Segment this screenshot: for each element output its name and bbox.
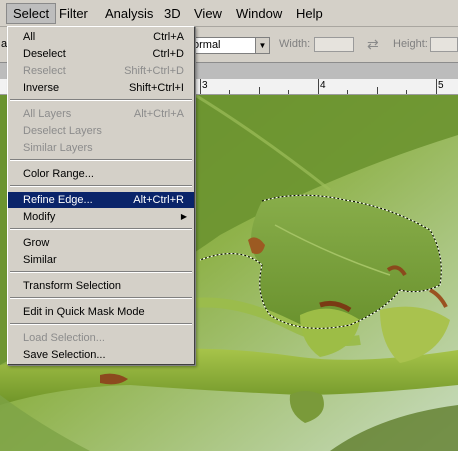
menu-item-shortcut: Alt+Ctrl+A <box>133 108 184 120</box>
menu-item-quick-mask[interactable]: Edit in Quick Mask Mode <box>8 304 194 320</box>
ruler-number: 5 <box>438 80 444 91</box>
menu-analysis[interactable]: Analysis <box>99 3 159 24</box>
menu-item-deselect[interactable]: Deselect Ctrl+D <box>8 46 194 62</box>
menu-item-label: Grow <box>23 237 50 249</box>
menu-bar: Select Filter Analysis 3D View Window He… <box>0 0 458 27</box>
menu-item-load-selection: Load Selection... <box>8 330 194 346</box>
menu-item-label: Edit in Quick Mask Mode <box>23 306 145 318</box>
menu-separator <box>10 159 192 161</box>
menu-separator <box>10 185 192 187</box>
menu-item-grow[interactable]: Grow <box>8 235 194 251</box>
height-input[interactable] <box>430 37 458 52</box>
menu-separator <box>10 228 192 230</box>
ruler-tick <box>200 79 201 94</box>
menu-item-color-range[interactable]: Color Range... <box>8 166 194 182</box>
menu-item-shortcut: Alt+Ctrl+R <box>133 194 184 206</box>
menu-filter[interactable]: Filter <box>53 3 94 24</box>
ruler-tick <box>318 79 319 94</box>
ruler-tick <box>436 79 437 94</box>
chevron-down-icon[interactable]: ▼ <box>255 38 269 53</box>
menu-item-label: Deselect Layers <box>23 125 102 137</box>
menu-item-all-layers: All Layers Alt+Ctrl+A <box>8 106 194 122</box>
menu-item-label: All Layers <box>23 108 72 120</box>
menu-item-label: Inverse <box>23 82 60 94</box>
chevron-right-icon: ▶ <box>180 212 187 221</box>
menu-item-deselect-layers: Deselect Layers <box>8 123 194 139</box>
menu-item-label: Similar <box>23 254 57 266</box>
style-select-value: ormal <box>193 39 221 51</box>
menu-item-label: Reselect <box>23 65 66 77</box>
menu-item-inverse[interactable]: Inverse Shift+Ctrl+I <box>8 80 194 96</box>
ruler-tick <box>377 87 378 94</box>
menu-item-save-selection[interactable]: Save Selection... <box>8 347 194 363</box>
menu-separator <box>10 99 192 101</box>
menu-item-shortcut: Ctrl+A <box>153 31 184 43</box>
menu-item-all[interactable]: All Ctrl+A <box>8 29 194 45</box>
menu-item-refine-edge[interactable]: Refine Edge... Alt+Ctrl+R <box>8 192 194 208</box>
menu-item-shortcut: Shift+Ctrl+D <box>124 65 184 77</box>
ruler-tick <box>406 90 407 94</box>
ruler-number: 3 <box>202 80 208 91</box>
menu-item-label: Transform Selection <box>23 280 122 292</box>
ruler-tick <box>288 90 289 94</box>
menu-item-transform-selection[interactable]: Transform Selection <box>8 278 194 294</box>
menu-window[interactable]: Window <box>230 3 288 24</box>
menu-item-label: Load Selection... <box>23 332 105 344</box>
menu-help[interactable]: Help <box>290 3 329 24</box>
menu-item-label: Similar Layers <box>23 142 93 154</box>
style-select[interactable]: ormal ▼ <box>190 37 270 54</box>
menu-item-label: Deselect <box>23 48 66 60</box>
menu-item-label: Modify <box>23 211 56 223</box>
menu-item-label: Color Range... <box>23 168 94 180</box>
menu-item-reselect: Reselect Shift+Ctrl+D <box>8 63 194 79</box>
width-label: Width: <box>279 38 311 50</box>
menu-item-label: Refine Edge... <box>23 194 93 206</box>
ruler-number: 4 <box>320 80 326 91</box>
menu-item-shortcut: Shift+Ctrl+I <box>128 82 184 94</box>
height-label: Height: <box>393 38 428 50</box>
menu-3d[interactable]: 3D <box>158 3 187 24</box>
menu-select[interactable]: Select <box>6 3 57 24</box>
ruler-tick <box>347 90 348 94</box>
menu-item-modify[interactable]: Modify ▶ <box>8 209 194 225</box>
width-input[interactable] <box>314 37 354 52</box>
menu-item-label: Save Selection... <box>23 349 106 361</box>
select-menu-dropdown: All Ctrl+A Deselect Ctrl+D Reselect Shif… <box>7 26 195 365</box>
menu-separator <box>10 271 192 273</box>
ruler-tick <box>259 87 260 94</box>
menu-view[interactable]: View <box>188 3 228 24</box>
ruler-tick <box>229 90 230 94</box>
swap-arrows-icon[interactable]: ⇄ <box>367 36 379 53</box>
menu-separator <box>10 297 192 299</box>
menu-separator <box>10 323 192 325</box>
menu-item-similar-layers: Similar Layers <box>8 140 194 156</box>
menu-item-similar[interactable]: Similar <box>8 252 194 268</box>
menu-item-shortcut: Ctrl+D <box>152 48 184 60</box>
menu-item-label: All <box>23 31 36 43</box>
